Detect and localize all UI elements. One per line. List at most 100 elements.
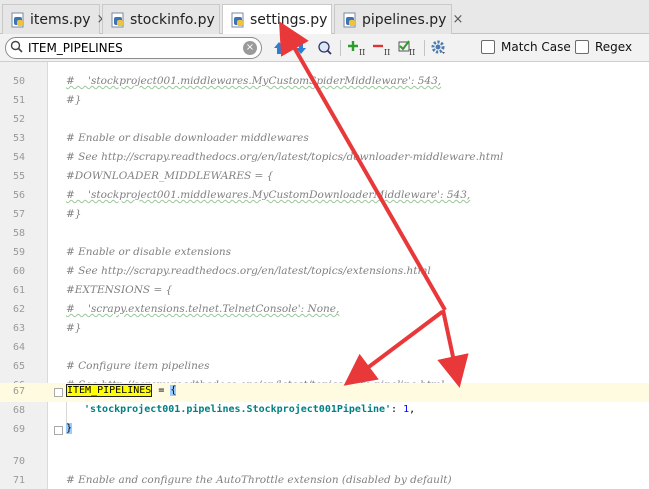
line-number: 55	[12, 171, 25, 182]
tab-items-py[interactable]: items.py ×	[2, 4, 107, 34]
comment-text: # 'stockproject001.middlewares.MyCustomS…	[66, 75, 442, 87]
arrow-up-icon[interactable]	[270, 39, 288, 57]
code-line-51[interactable]: 51 #}	[0, 92, 649, 111]
code-line-69[interactable]: 69 }	[0, 421, 649, 440]
editor-tab-bar: items.py × stockinfo.py × settings.py × …	[0, 0, 649, 35]
line-number: 50	[12, 76, 25, 87]
line-number: 64	[12, 342, 25, 353]
code-line-70[interactable]: 70	[0, 453, 649, 472]
tab-label: settings.py	[250, 12, 328, 28]
search-input[interactable]	[28, 39, 238, 57]
assign-operator: =	[152, 385, 171, 396]
add-occurrence-icon[interactable]: II	[348, 39, 366, 57]
code-line-62[interactable]: 62 # 'scrapy.extensions.telnet.TelnetCons…	[0, 301, 649, 320]
tab-label: items.py	[30, 11, 91, 28]
tab-settings-py[interactable]: settings.py ×	[222, 4, 344, 35]
code-line-63[interactable]: 63 #}	[0, 320, 649, 339]
close-icon[interactable]: ×	[452, 12, 463, 27]
code-line-52[interactable]: 52	[0, 111, 649, 130]
arrow-down-icon[interactable]	[292, 39, 310, 57]
svg-text:II: II	[359, 48, 365, 57]
line-number: 60	[12, 266, 25, 277]
python-file-icon	[343, 12, 357, 28]
remove-occurrence-icon[interactable]: II	[373, 39, 391, 57]
line-number: 58	[12, 228, 25, 239]
code-line-67[interactable]: 67 ITEM_PIPELINES = {	[0, 383, 649, 402]
find-toolbar: × II II II Match Case Regex	[0, 34, 649, 62]
colon: :	[391, 404, 404, 415]
comment-text: #}	[66, 94, 82, 106]
line-number: 53	[12, 133, 25, 144]
match-case-checkbox[interactable]	[481, 40, 495, 54]
code-line-65[interactable]: 65 # Configure item pipelines	[0, 358, 649, 377]
svg-text:II: II	[409, 48, 415, 57]
string-literal: 'stockproject001.pipelines.Stockproject0…	[84, 404, 392, 415]
match-case-label: Match Case	[501, 40, 571, 54]
search-match-highlight: ITEM_PIPELINES	[66, 384, 153, 397]
tab-stockinfo-py[interactable]: stockinfo.py ×	[102, 4, 232, 34]
code-line-50[interactable]: 50 # 'stockproject001.middlewares.MyCusto…	[0, 73, 649, 92]
python-file-icon	[11, 12, 25, 28]
comment-text: # 'stockproject001.middlewares.MyCustomD…	[66, 189, 471, 201]
code-editor[interactable]: 50 # 'stockproject001.middlewares.MyCusto…	[0, 62, 649, 489]
search-box[interactable]: ×	[5, 37, 262, 59]
line-number: 62	[12, 304, 25, 315]
code-line-56[interactable]: 56 # 'stockproject001.middlewares.MyCusto…	[0, 187, 649, 206]
toolbar-separator	[340, 40, 341, 56]
comment-text: # Enable or disable downloader middlewar…	[66, 132, 309, 144]
line-number: 65	[12, 361, 25, 372]
code-line-54[interactable]: 54 # See http://scrapy.readthedocs.org/en…	[0, 149, 649, 168]
settings-icon[interactable]	[430, 39, 448, 57]
code-line-59[interactable]: 59 # Enable or disable extensions	[0, 244, 649, 263]
comment-text: # See http://scrapy.readthedocs.org/en/l…	[66, 265, 431, 277]
fold-marker-icon[interactable]	[54, 388, 63, 397]
code-line-71[interactable]: 71 # Enable and configure the AutoThrottl…	[0, 472, 649, 489]
select-all-occurrences-icon[interactable]: II	[398, 39, 416, 57]
search-icon	[10, 40, 24, 57]
fold-marker-icon[interactable]	[54, 426, 63, 435]
code-line-57[interactable]: 57 #}	[0, 206, 649, 225]
comment-text: #EXTENSIONS = {	[66, 284, 173, 296]
code-line-53[interactable]: 53 # Enable or disable downloader middlew…	[0, 130, 649, 149]
line-number: 63	[12, 323, 25, 334]
comment-text: # Enable or disable extensions	[66, 246, 232, 258]
code-line-68[interactable]: 68 'stockproject001.pipelines.Stockproje…	[0, 402, 649, 421]
code-text: 'stockproject001.pipelines.Stockproject0…	[84, 404, 415, 415]
regex-label: Regex	[595, 40, 633, 54]
clear-search-icon[interactable]: ×	[243, 41, 257, 55]
python-file-icon	[231, 12, 245, 28]
code-line-55[interactable]: 55 #DOWNLOADER_MIDDLEWARES = {	[0, 168, 649, 187]
comma: ,	[409, 404, 416, 415]
find-all-icon[interactable]	[316, 39, 334, 57]
line-number: 71	[12, 475, 25, 486]
comment-text: # See http://scrapy.readthedocs.org/en/l…	[66, 151, 504, 163]
comment-text: # Configure item pipelines	[66, 360, 210, 372]
line-number: 59	[12, 247, 25, 258]
code-text: }	[66, 423, 73, 434]
svg-text:II: II	[384, 48, 390, 57]
comment-text: #}	[66, 208, 82, 220]
code-line-61[interactable]: 61 #EXTENSIONS = {	[0, 282, 649, 301]
tab-label: stockinfo.py	[130, 11, 215, 28]
line-number: 51	[12, 95, 25, 106]
code-line-58[interactable]: 58	[0, 225, 649, 244]
comment-text: #DOWNLOADER_MIDDLEWARES = {	[66, 170, 274, 182]
comment-text: # 'scrapy.extensions.telnet.TelnetConsol…	[66, 303, 340, 315]
code-line-60[interactable]: 60 # See http://scrapy.readthedocs.org/en…	[0, 263, 649, 282]
python-file-icon	[111, 12, 125, 28]
line-number: 57	[12, 209, 25, 220]
close-brace: }	[66, 423, 73, 434]
tab-label: pipelines.py	[362, 11, 447, 28]
toolbar-separator	[424, 40, 425, 56]
line-number: 56	[12, 190, 25, 201]
open-brace: {	[170, 385, 177, 396]
line-number: 61	[12, 285, 25, 296]
regex-checkbox[interactable]	[575, 40, 589, 54]
line-number: 69	[12, 424, 25, 435]
comment-text: #}	[66, 322, 82, 334]
line-number: 70	[12, 456, 25, 467]
comment-text: # Enable and configure the AutoThrottle …	[66, 474, 452, 486]
code-text: ITEM_PIPELINES = {	[66, 384, 177, 397]
code-line-64[interactable]: 64	[0, 339, 649, 358]
tab-pipelines-py[interactable]: pipelines.py ×	[334, 4, 463, 34]
